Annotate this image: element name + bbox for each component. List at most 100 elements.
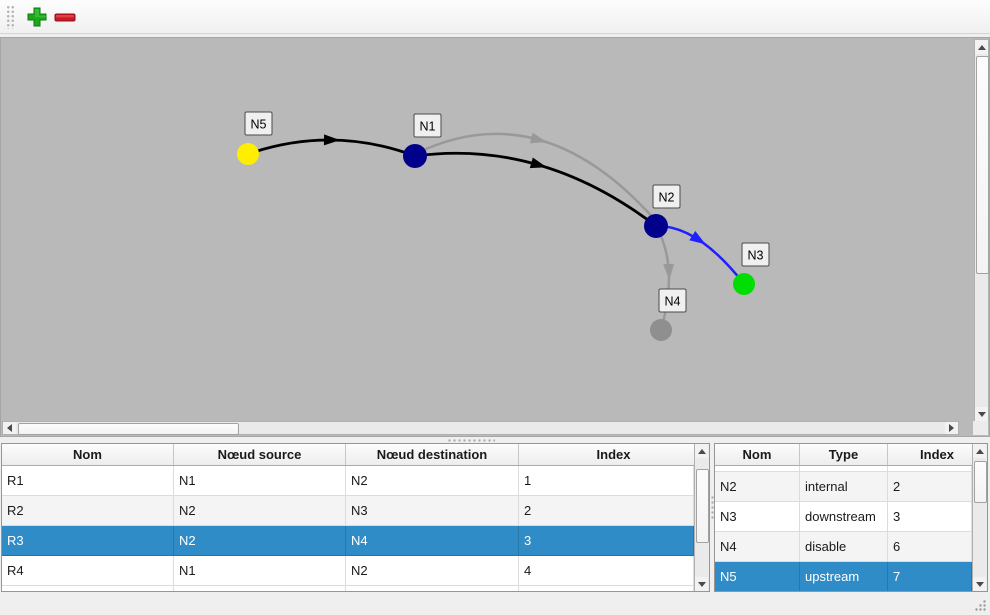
node-label-N5[interactable]: N5 xyxy=(245,112,272,135)
table-cell xyxy=(174,586,346,591)
graph-canvas[interactable]: N5 N1 N2 N3 N4 xyxy=(0,37,990,437)
table-cell: 7 xyxy=(888,562,972,591)
node-N4[interactable] xyxy=(650,319,672,341)
scroll-up-button[interactable] xyxy=(973,444,986,458)
arrowhead-icon xyxy=(663,264,675,281)
node-label-N2[interactable]: N2 xyxy=(653,185,680,208)
canvas-vertical-scrollbar[interactable] xyxy=(974,39,989,422)
table-cell: N5 xyxy=(715,562,800,591)
table-cell: R4 xyxy=(2,556,174,586)
node-N5[interactable] xyxy=(237,143,259,165)
arrow-up-icon xyxy=(976,449,984,454)
nodes-table: NomTypeIndex N2internal2N3downstream3N4d… xyxy=(714,443,988,592)
table-cell: N1 xyxy=(174,466,346,496)
svg-text:N5: N5 xyxy=(251,118,267,132)
table-cell: 2 xyxy=(888,472,972,502)
table-cell: N4 xyxy=(715,532,800,562)
node-label-N3[interactable]: N3 xyxy=(742,243,769,266)
table-row-N4[interactable]: N4disable6 xyxy=(715,532,972,562)
table-cell xyxy=(2,586,174,591)
column-header-type[interactable]: Type xyxy=(800,444,888,465)
routes-table-scrollbar[interactable] xyxy=(694,444,709,591)
nodes-table-body: N2internal2N3downstream3N4disable6N5upst… xyxy=(715,466,972,591)
plus-icon xyxy=(26,6,48,28)
routes-table-header: NomNœud sourceNœud destinationIndex xyxy=(2,444,709,466)
table-row-N3[interactable]: N3downstream3 xyxy=(715,502,972,532)
table-cell: R1 xyxy=(2,466,174,496)
remove-button[interactable] xyxy=(51,3,79,31)
column-header-index[interactable]: Index xyxy=(519,444,709,465)
table-row-R4[interactable]: R4N1N24 xyxy=(2,556,694,586)
nodes-table-scrollbar[interactable] xyxy=(972,444,987,591)
table-cell: N2 xyxy=(346,466,519,496)
vertical-scroll-thumb[interactable] xyxy=(976,56,989,274)
table-row-partial[interactable] xyxy=(2,586,694,591)
table-cell: 1 xyxy=(519,466,694,496)
column-header-nom[interactable]: Nom xyxy=(715,444,800,465)
node-N2[interactable] xyxy=(644,214,668,238)
edge-N2-N4-4[interactable] xyxy=(656,226,669,330)
table-row-N2[interactable]: N2internal2 xyxy=(715,472,972,502)
scroll-down-button[interactable] xyxy=(695,577,708,591)
arrow-down-icon xyxy=(978,412,986,417)
arrow-right-icon xyxy=(949,424,954,432)
table-cell: N2 xyxy=(346,556,519,586)
table-row-R2[interactable]: R2N2N32 xyxy=(2,496,694,526)
table-cell: internal xyxy=(800,472,888,502)
arrow-up-icon xyxy=(698,449,706,454)
routes-table: NomNœud sourceNœud destinationIndex R1N1… xyxy=(1,443,710,592)
table-cell xyxy=(346,586,519,591)
table-cell: upstream xyxy=(800,562,888,591)
status-bar xyxy=(0,592,990,615)
table-cell: N2 xyxy=(174,496,346,526)
column-header-n-ud-source[interactable]: Nœud source xyxy=(174,444,346,465)
table-cell xyxy=(519,586,694,591)
svg-text:N1: N1 xyxy=(420,120,436,134)
scroll-right-button[interactable] xyxy=(945,422,958,434)
vertical-scroll-thumb[interactable] xyxy=(696,469,709,543)
arrow-left-icon xyxy=(7,424,12,432)
table-cell: disable xyxy=(800,532,888,562)
minus-icon xyxy=(53,6,77,28)
table-cell: 3 xyxy=(519,526,694,556)
table-cell: R2 xyxy=(2,496,174,526)
nodes-table-header: NomTypeIndex xyxy=(715,444,987,466)
toolbar-drag-handle[interactable] xyxy=(6,5,15,29)
add-button[interactable] xyxy=(23,3,51,31)
arrowhead-icon xyxy=(530,133,548,148)
svg-text:N3: N3 xyxy=(748,249,764,263)
svg-text:N4: N4 xyxy=(665,295,681,309)
canvas-horizontal-scrollbar[interactable] xyxy=(2,421,959,435)
scroll-up-button[interactable] xyxy=(975,40,988,54)
node-label-N1[interactable]: N1 xyxy=(414,114,441,137)
table-cell: N4 xyxy=(346,526,519,556)
application-window: N5N1N2N3N4 NomNœud sourceNœud destinatio… xyxy=(0,0,990,615)
node-N3[interactable] xyxy=(733,273,755,295)
column-header-n-ud-destination[interactable]: Nœud destination xyxy=(346,444,519,465)
vertical-scroll-thumb[interactable] xyxy=(974,461,987,503)
table-cell: N3 xyxy=(715,502,800,532)
arrow-down-icon xyxy=(698,582,706,587)
table-cell: 4 xyxy=(519,556,694,586)
horizontal-scroll-thumb[interactable] xyxy=(18,423,239,435)
node-N1[interactable] xyxy=(403,144,427,168)
arrow-up-icon xyxy=(978,45,986,50)
table-cell: downstream xyxy=(800,502,888,532)
resize-grip-icon[interactable] xyxy=(972,597,988,613)
table-cell: N2 xyxy=(174,526,346,556)
table-row-N5[interactable]: N5upstream7 xyxy=(715,562,972,591)
scroll-down-button[interactable] xyxy=(975,407,988,421)
scrollbar-corner xyxy=(973,421,988,435)
arrow-down-icon xyxy=(976,582,984,587)
edge-N1-N2-2[interactable] xyxy=(415,134,656,221)
scroll-up-button[interactable] xyxy=(695,444,708,458)
table-row-R3[interactable]: R3N2N43 xyxy=(2,526,694,556)
table-row-R1[interactable]: R1N1N21 xyxy=(2,466,694,496)
arrowhead-icon xyxy=(324,134,340,145)
table-cell: 6 xyxy=(888,532,972,562)
node-label-N4[interactable]: N4 xyxy=(659,289,686,312)
scroll-left-button[interactable] xyxy=(3,422,16,434)
table-cell: 2 xyxy=(519,496,694,526)
scroll-down-button[interactable] xyxy=(973,577,986,591)
column-header-nom[interactable]: Nom xyxy=(2,444,174,465)
